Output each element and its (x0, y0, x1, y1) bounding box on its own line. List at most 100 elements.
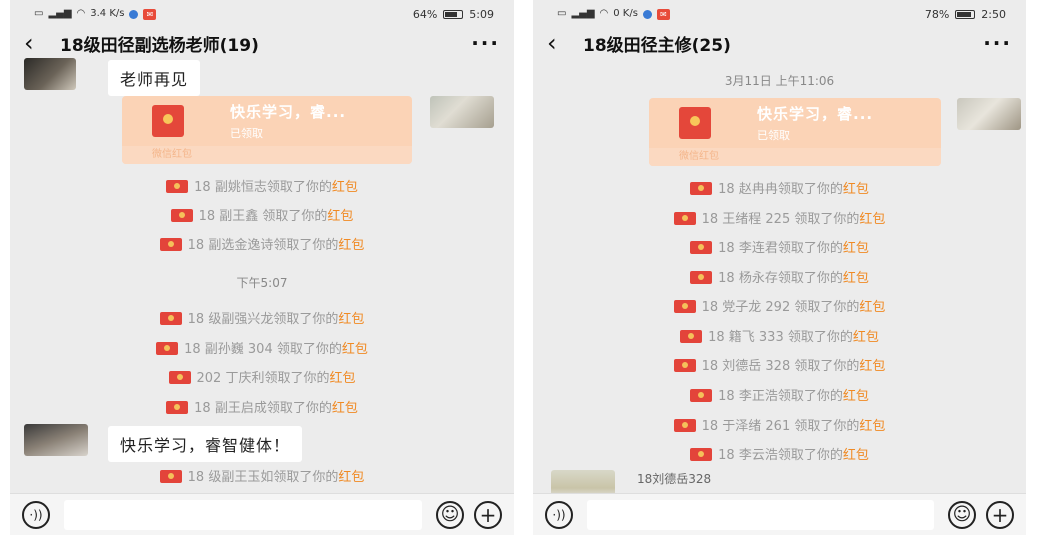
system-notice: 18 王绪程 225 领取了你的红包 (533, 208, 1026, 227)
battery-percent: 64% (412, 7, 438, 21)
red-envelope-icon (159, 470, 182, 483)
red-envelope-icon (170, 209, 193, 222)
chevron-left-icon[interactable]: ‹ (24, 31, 60, 55)
clock: 2:50 (981, 7, 1006, 21)
app-notification-icon (642, 9, 652, 19)
red-envelope-icon (673, 212, 696, 225)
system-notice: 18 副选金逸诗领取了你的红包 (10, 234, 514, 253)
system-notice: 18 副姚恒志领取了你的红包 (10, 176, 514, 195)
message-list[interactable]: 老师再见 快乐学习，睿... 已领取 微信红包 18 副姚恒志领取了你的红包 1… (10, 58, 514, 493)
chat-header: ‹ 18级田径主修(25) ··· (533, 28, 1026, 58)
message-bubble[interactable]: 老师再见 (108, 60, 201, 96)
red-envelope-icon (690, 448, 713, 461)
red-packet-message[interactable]: 快乐学习，睿... 已领取 微信红包 (649, 98, 941, 166)
left-phone-screen: ▭ ▂▄▆ ◠ 3.4 K/s ✉ 64% 5:09 ‹ 18级田径副选杨老师(… (10, 0, 514, 535)
message-bubble[interactable]: 快乐学习，睿智健体！ (108, 426, 303, 462)
wifi-icon: ◠ (599, 8, 609, 19)
status-bar: ▭ ▂▄▆ ◠ 0 K/s ✉ 78% 2:50 (533, 0, 1026, 28)
red-envelope-icon (690, 389, 713, 402)
sender-name: 18刘德岳328 (637, 472, 712, 486)
red-envelope-icon (159, 312, 182, 325)
plus-button[interactable]: + (986, 500, 1014, 529)
system-notice: 18 赵冉冉领取了你的红包 (533, 178, 1026, 197)
clock: 5:09 (469, 7, 494, 21)
red-envelope-icon (673, 359, 696, 372)
red-envelope-icon (168, 371, 191, 384)
message-input[interactable] (587, 499, 934, 530)
emoji-button[interactable]: ☺ (948, 500, 976, 529)
system-notice: 18 李连君领取了你的红包 (533, 237, 1026, 256)
avatar[interactable] (430, 96, 494, 128)
more-icon[interactable]: ··· (471, 31, 500, 55)
red-packet-title: 快乐学习，睿... (230, 103, 347, 121)
wifi-icon: ◠ (76, 8, 86, 19)
system-notice: 18 党子龙 292 领取了你的红包 (533, 296, 1026, 315)
red-envelope-icon (156, 342, 179, 355)
system-notice: 18 级副强兴龙领取了你的红包 (10, 308, 514, 327)
red-packet-status: 已领取 (230, 127, 263, 140)
system-notice: 18 刘德岳 328 领取了你的红包 (533, 355, 1026, 374)
battery-icon (443, 9, 464, 19)
red-envelope-icon (673, 300, 696, 313)
mail-notification-icon: ✉ (656, 8, 670, 20)
system-notice: 18 副王启成领取了你的红包 (10, 397, 514, 416)
emoji-icon: ☺ (440, 504, 460, 525)
message-input[interactable] (64, 499, 422, 530)
system-notice: 18 级副王玉如领取了你的红包 (10, 466, 514, 485)
red-envelope-icon (680, 330, 703, 343)
system-notice: 18 李正浩领取了你的红包 (533, 385, 1026, 404)
plus-icon: + (991, 502, 1009, 527)
voice-button[interactable]: ·)) (545, 500, 573, 529)
signal-icon: ▂▄▆ (48, 8, 72, 19)
avatar[interactable] (551, 470, 615, 493)
system-notice: 18 副王鑫 领取了你的红包 (10, 205, 514, 224)
signal-icon: ▂▄▆ (571, 8, 595, 19)
message-list[interactable]: 3月11日 上午11:06 快乐学习，睿... 已领取 微信红包 18 赵冉冉领… (533, 58, 1026, 493)
system-notice: 18 籍飞 333 领取了你的红包 (533, 326, 1026, 345)
battery-icon (955, 9, 976, 19)
red-envelope-icon (679, 107, 711, 139)
chevron-left-icon[interactable]: ‹ (547, 31, 583, 55)
red-packet-footer: 微信红包 (649, 148, 941, 166)
more-icon[interactable]: ··· (983, 31, 1012, 55)
chat-title: 18级田径主修(25) (583, 35, 731, 56)
timestamp: 下午5:07 (236, 276, 288, 290)
red-envelope-icon (690, 271, 713, 284)
chat-title: 18级田径副选杨老师(19) (60, 35, 259, 56)
chat-header: ‹ 18级田径副选杨老师(19) ··· (10, 28, 514, 58)
red-envelope-icon (673, 419, 696, 432)
status-bar: ▭ ▂▄▆ ◠ 3.4 K/s ✉ 64% 5:09 (10, 0, 514, 28)
voice-button[interactable]: ·)) (22, 500, 50, 529)
red-envelope-icon (690, 241, 713, 254)
input-bar: ·)) ☺ + (10, 493, 514, 535)
hd-icon: ▭ (34, 8, 44, 19)
red-packet-message[interactable]: 快乐学习，睿... 已领取 微信红包 (122, 96, 412, 164)
system-notice: 18 李云浩领取了你的红包 (533, 444, 1026, 463)
right-phone-screen: ▭ ▂▄▆ ◠ 0 K/s ✉ 78% 2:50 ‹ 18级田径主修(25) ·… (533, 0, 1026, 535)
timestamp: 3月11日 上午11:06 (724, 74, 835, 88)
red-packet-footer: 微信红包 (122, 146, 412, 164)
red-packet-title: 快乐学习，睿... (757, 105, 874, 123)
emoji-icon: ☺ (952, 504, 972, 525)
emoji-button[interactable]: ☺ (436, 500, 464, 529)
app-notification-icon (129, 9, 139, 19)
plus-button[interactable]: + (474, 500, 502, 529)
system-notice: 202 丁庆利领取了你的红包 (10, 367, 514, 386)
plus-icon: + (479, 502, 497, 527)
avatar[interactable] (957, 98, 1021, 130)
avatar[interactable] (24, 424, 88, 456)
red-envelope-icon (159, 238, 182, 251)
avatar[interactable] (24, 58, 76, 90)
network-speed: 0 K/s (613, 8, 638, 19)
red-packet-status: 已领取 (757, 129, 790, 142)
battery-percent: 78% (924, 7, 950, 21)
voice-icon: ·)) (29, 507, 43, 522)
system-notice: 18 于泽绪 261 领取了你的红包 (533, 415, 1026, 434)
hd-icon: ▭ (557, 8, 567, 19)
red-envelope-icon (166, 180, 189, 193)
mail-notification-icon: ✉ (143, 8, 157, 20)
red-envelope-icon (152, 105, 184, 137)
system-notice: 18 副孙巍 304 领取了你的红包 (10, 338, 514, 357)
red-envelope-icon (166, 401, 189, 414)
input-bar: ·)) ☺ + (533, 493, 1026, 535)
